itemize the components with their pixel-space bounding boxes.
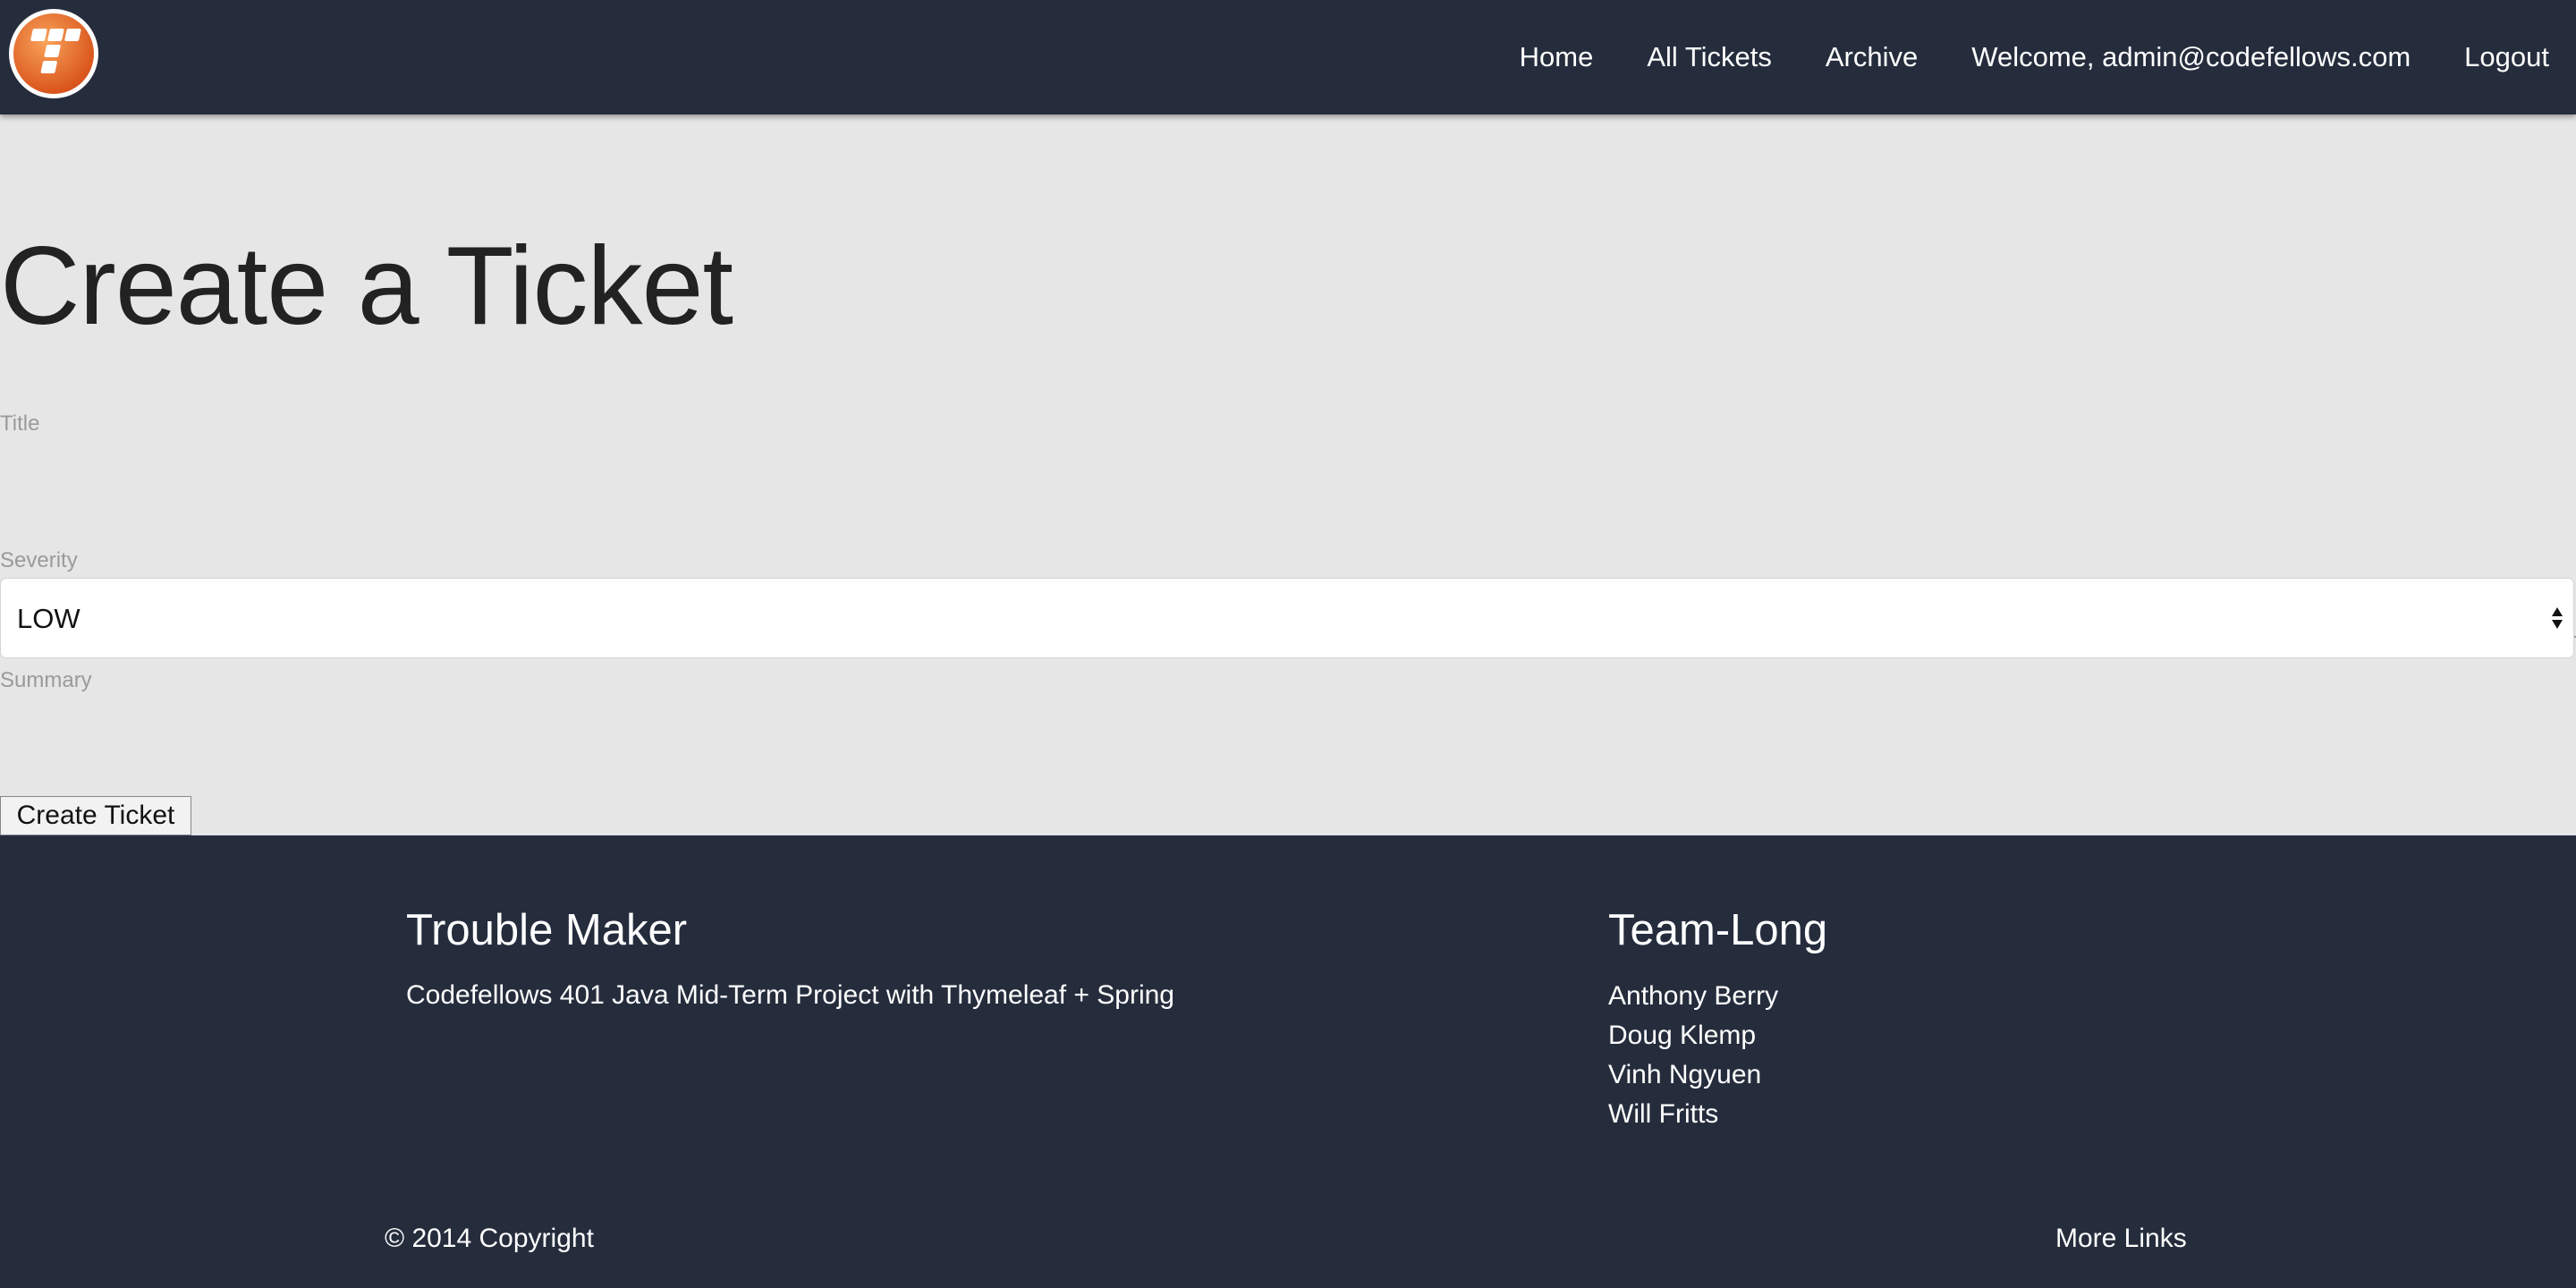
nav-all-tickets-link[interactable]: All Tickets: [1647, 41, 1772, 73]
footer-brand-description: Codefellows 401 Java Mid-Term Project wi…: [406, 980, 1174, 1010]
nav-home-link[interactable]: Home: [1520, 41, 1594, 73]
summary-label: Summary: [0, 668, 92, 692]
nav-logout-link[interactable]: Logout: [2464, 41, 2549, 73]
severity-select[interactable]: LOW: [0, 578, 2574, 658]
nav-welcome-user-link[interactable]: Welcome, admin@codefellows.com: [1971, 41, 2411, 73]
title-label: Title: [0, 411, 40, 436]
footer-team-title: Team-Long: [1608, 906, 1828, 954]
team-member: Anthony Berry: [1608, 981, 1779, 1011]
page-title: Create a Ticket: [0, 225, 733, 348]
team-member: Vinh Ngyuen: [1608, 1060, 1762, 1089]
team-member: Doug Klemp: [1608, 1021, 1757, 1050]
create-ticket-section: Create a Ticket Title Severity LOW Summa…: [0, 114, 2576, 894]
logo-icon[interactable]: [7, 7, 100, 100]
more-links-link[interactable]: More Links: [2055, 1224, 2187, 1254]
severity-label: Severity: [0, 548, 78, 572]
up-down-arrows-icon: [2552, 607, 2563, 629]
page-footer: Trouble Maker Codefellows 401 Java Mid-T…: [0, 835, 2576, 1288]
copyright-text: © 2014 Copyright: [385, 1224, 594, 1253]
team-member-list: Anthony Berry Doug Klemp Vinh Ngyuen Wil…: [1608, 980, 1778, 1138]
nav-archive-link[interactable]: Archive: [1826, 41, 1918, 73]
nav-links: Home All Tickets Archive Welcome, admin@…: [1466, 0, 2549, 114]
severity-selected-value: LOW: [17, 603, 80, 634]
footer-brand-title: Trouble Maker: [406, 906, 688, 954]
create-ticket-button[interactable]: Create Ticket: [0, 796, 191, 835]
team-member: Will Fritts: [1608, 1099, 1719, 1129]
top-navbar: Home All Tickets Archive Welcome, admin@…: [0, 0, 2576, 114]
